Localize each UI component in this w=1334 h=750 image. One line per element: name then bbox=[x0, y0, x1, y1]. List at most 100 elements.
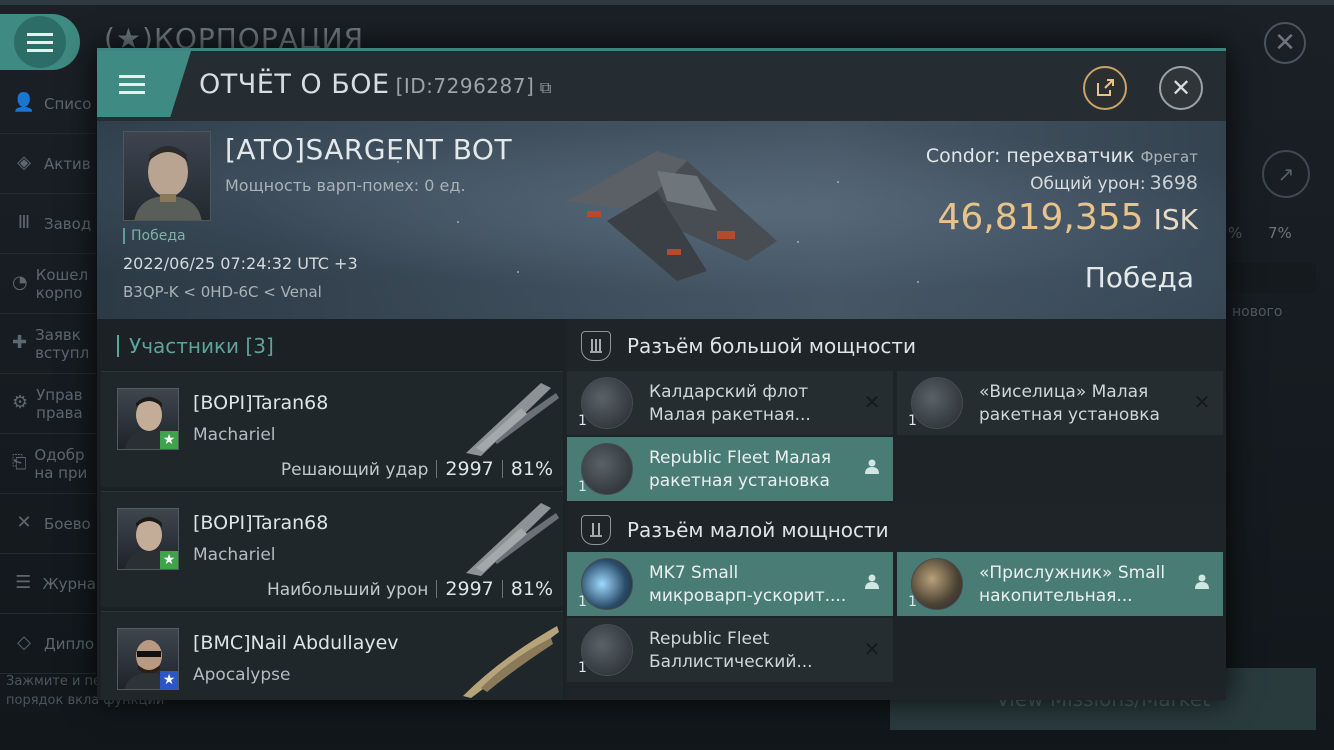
copy-icon[interactable]: ⧉ bbox=[534, 78, 552, 97]
participant-stats: Наибольший урон 2997 81% bbox=[266, 578, 553, 600]
sidebar-item[interactable]: 👤 Списо bbox=[0, 74, 96, 134]
combat-report-modal: ОТЧЁТ О БОЕ [ID:7296287] ⧉ ✕ [ATO]SARGENT… bbox=[97, 48, 1226, 700]
participant-ship-image bbox=[466, 503, 559, 576]
victim-banner: [ATO]SARGENT BOT Мощность варп-помех: 0 … bbox=[97, 121, 1226, 319]
close-icon[interactable]: ✕ bbox=[1159, 66, 1203, 110]
participant-row[interactable]: ★ [BOPI]Taran68 Machariel Наибольший уро… bbox=[101, 491, 563, 607]
module-item[interactable]: 1 Калдарский флот Малая ракетная... ✕ bbox=[567, 371, 893, 435]
menu-circle bbox=[14, 16, 66, 68]
factory-icon: Ⅲ bbox=[17, 211, 31, 233]
standing-star-icon: ★ bbox=[160, 431, 178, 449]
dropped-user-icon bbox=[861, 572, 883, 594]
participant-ship: Machariel bbox=[193, 425, 276, 445]
module-qty: 1 bbox=[578, 594, 587, 610]
module-name: Republic Fleet Баллистический... bbox=[649, 629, 813, 672]
report-id: [ID:7296287] bbox=[395, 74, 535, 98]
missile-launcher-icon bbox=[581, 443, 633, 495]
module-name: «Виселица» Малая ракетная установка bbox=[979, 382, 1160, 425]
menu-icon bbox=[27, 32, 53, 52]
module-qty: 1 bbox=[578, 413, 587, 429]
participant-name: [BMC]Nail Abdullayev bbox=[193, 632, 399, 654]
wallet-icon: ◔ bbox=[12, 271, 28, 293]
ship-class: Фрегат bbox=[1140, 148, 1198, 166]
background-share-icon[interactable]: ↗ bbox=[1262, 150, 1310, 198]
low-slot-header: Разъём малой мощности bbox=[569, 503, 1226, 555]
modal-title: ОТЧЁТ О БОЕ [ID:7296287] ⧉ bbox=[199, 69, 552, 100]
background-menu-button[interactable] bbox=[0, 14, 80, 70]
background-pct-small: % bbox=[1228, 224, 1243, 242]
participant-name: [BOPI]Taran68 bbox=[193, 392, 329, 414]
cubes-icon: ◈ bbox=[17, 151, 31, 173]
sidebar-item[interactable]: ◇ Дипло bbox=[0, 614, 96, 674]
participant-row[interactable]: ★ [BMC]Nail Abdullayev Apocalypse bbox=[101, 611, 563, 700]
module-name: Калдарский флот Малая ракетная... bbox=[649, 382, 811, 425]
module-item[interactable]: 1 Republic Fleet Баллистический... ✕ bbox=[567, 618, 893, 682]
background-bar bbox=[1226, 263, 1316, 293]
sidebar-item[interactable]: ◈ Актив bbox=[0, 134, 96, 194]
victim-name[interactable]: [ATO]SARGENT BOT bbox=[225, 133, 512, 166]
sidebar-item[interactable]: ☰ Журна bbox=[0, 554, 96, 614]
background-new: нового bbox=[1232, 304, 1283, 320]
sidebar-item[interactable]: ✚ Заявк вступл bbox=[0, 314, 96, 374]
module-item[interactable]: 1 Republic Fleet Малая ракетная установка bbox=[567, 437, 893, 501]
standing-star-icon: ★ bbox=[160, 551, 178, 569]
microwarpdrive-icon bbox=[581, 558, 633, 610]
sidebar-item[interactable]: ✕ Боево bbox=[0, 494, 96, 554]
standing-star-icon: ★ bbox=[160, 671, 178, 689]
module-qty: 1 bbox=[908, 594, 917, 610]
module-item[interactable]: 1 «Виселица» Малая ракетная установка ✕ bbox=[897, 371, 1223, 435]
swords-icon: ✕ bbox=[16, 511, 32, 533]
module-qty: 1 bbox=[578, 660, 587, 676]
participant-stats: Решающий удар 2997 81% bbox=[280, 458, 553, 480]
top-line bbox=[0, 0, 1334, 5]
destroyed-icon: ✕ bbox=[1193, 390, 1211, 414]
module-name: MK7 Small микроварп-ускорит.... bbox=[649, 563, 847, 606]
result-small: Победа bbox=[123, 228, 186, 244]
isk-value: 46,819,355 ISK bbox=[937, 197, 1198, 238]
sidebar-item[interactable]: ⎗ Одобр на при bbox=[0, 434, 96, 494]
modal-menu-button[interactable] bbox=[97, 51, 191, 117]
high-slot-header: Разъём большой мощности bbox=[569, 319, 1226, 371]
missile-launcher-icon bbox=[911, 377, 963, 429]
low-slot-title: Разъём малой мощности bbox=[627, 518, 889, 542]
ship-type: Condor: перехватчик Фрегат bbox=[925, 145, 1198, 167]
module-item[interactable]: 1 «Прислужник» Small накопительная... bbox=[897, 552, 1223, 616]
avatar: ★ bbox=[117, 388, 179, 450]
module-item[interactable]: 1 MK7 Small микроварп-ускорит.... bbox=[567, 552, 893, 616]
module-qty: 1 bbox=[908, 413, 917, 429]
participant-ship-image bbox=[463, 626, 559, 698]
sidebar-item[interactable]: Ⅲ Завод bbox=[0, 194, 96, 254]
warp-strength: Мощность варп-помех: 0 ед. bbox=[225, 176, 466, 195]
journal-icon: ☰ bbox=[15, 571, 32, 593]
participants-title: Участники [3] bbox=[117, 335, 274, 357]
add-user-icon: ✚ bbox=[12, 331, 28, 353]
share-icon[interactable] bbox=[1083, 66, 1127, 110]
background-close-icon[interactable]: ✕ bbox=[1264, 22, 1306, 64]
participant-ship-image bbox=[466, 383, 559, 456]
user-gear-icon: ⚙ bbox=[12, 391, 29, 413]
next-slot-header bbox=[569, 689, 1226, 700]
participants-panel: Участники [3] ★ [BOPI]Taran68 Machariel … bbox=[97, 319, 565, 700]
sidebar-item[interactable]: ⚙ Управ права bbox=[0, 374, 96, 434]
kill-location[interactable]: B3QP-K < 0HD-6C < Venal bbox=[123, 283, 322, 301]
avatar: ★ bbox=[117, 508, 179, 570]
background-pct: 7% bbox=[1268, 224, 1292, 242]
participant-row[interactable]: ★ [BOPI]Taran68 Machariel Решающий удар 2… bbox=[101, 371, 563, 487]
missile-launcher-icon bbox=[581, 377, 633, 429]
dropped-user-icon bbox=[1191, 572, 1213, 594]
participant-ship: Apocalypse bbox=[193, 665, 291, 685]
sidebar-item[interactable]: ◔ Кошел корпо bbox=[0, 254, 96, 314]
dropped-user-icon bbox=[861, 457, 883, 479]
victim-portrait[interactable] bbox=[123, 131, 211, 221]
high-slot-title: Разъём большой мощности bbox=[627, 334, 916, 358]
participant-ship: Machariel bbox=[193, 545, 276, 565]
avatar: ★ bbox=[117, 628, 179, 690]
fitting-panel: Разъём большой мощности 1 Калдарский фло… bbox=[567, 319, 1226, 700]
isk-unit: ISK bbox=[1153, 203, 1198, 236]
capacitor-battery-icon bbox=[911, 558, 963, 610]
low-slot-icon bbox=[581, 515, 611, 545]
module-qty: 1 bbox=[578, 479, 587, 495]
participant-name: [BOPI]Taran68 bbox=[193, 512, 329, 534]
background-sidebar: 👤 Списо ◈ Актив Ⅲ Завод ◔ Кошел корпо ✚ Заявк… bbox=[0, 74, 96, 674]
victim-ship-image[interactable] bbox=[547, 131, 787, 281]
